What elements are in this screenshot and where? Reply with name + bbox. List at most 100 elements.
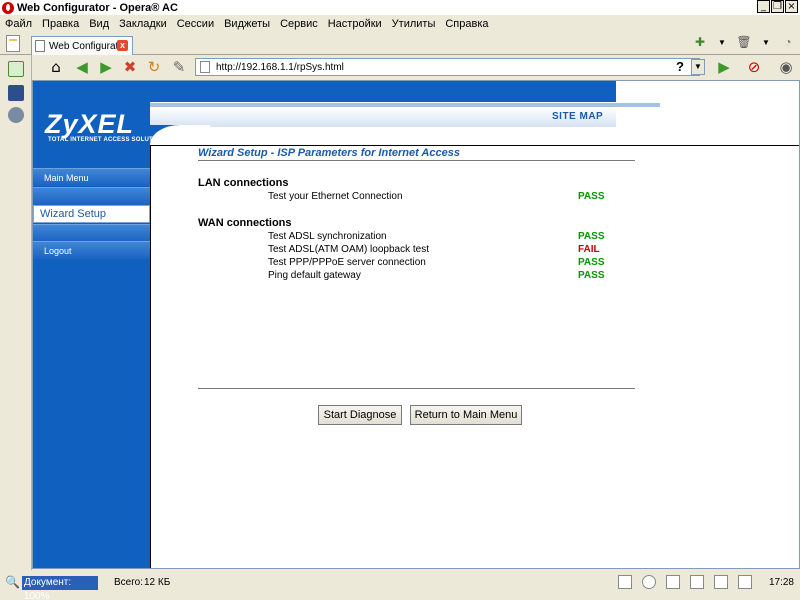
zyxel-left-sidebar — [33, 81, 150, 568]
zyxel-tagline: TOTAL INTERNET ACCESS SOLUTION — [48, 137, 165, 143]
menu-edit[interactable]: Правка — [37, 18, 84, 30]
test-label: Test ADSL(ATM OAM) loopback test — [268, 244, 429, 255]
nav-main-menu-label: Main Menu — [44, 172, 89, 183]
page-icon — [200, 61, 210, 73]
address-dropdown-icon[interactable]: ▼ — [691, 59, 705, 75]
menu-bookmarks[interactable]: Закладки — [114, 18, 172, 30]
test-result: PASS — [578, 231, 605, 242]
forward-icon[interactable]: ▶ — [96, 57, 116, 77]
menu-tools[interactable]: Сервис — [275, 18, 323, 30]
tab-label: Web Configurator — [49, 40, 128, 52]
test-row: Ping default gateway PASS — [268, 270, 608, 281]
wan-heading: WAN connections — [198, 217, 292, 229]
nav-spacer — [33, 224, 150, 242]
test-row: Test ADSL synchronization PASS — [268, 231, 608, 242]
tab-close-icon[interactable]: x — [117, 40, 128, 51]
content-frame — [150, 145, 799, 568]
close-window-button[interactable]: × — [785, 0, 798, 13]
nav-wizard-setup[interactable]: Wizard Setup — [33, 205, 150, 223]
status-tools — [618, 575, 752, 589]
help-icon[interactable]: ? — [672, 59, 688, 75]
opera-side-panel — [0, 55, 32, 570]
page-view-icon[interactable] — [714, 575, 728, 589]
edit-icon[interactable]: ✎ — [169, 57, 189, 77]
test-result: FAIL — [578, 244, 600, 255]
address-bar[interactable]: http://192.168.1.1/rpSys.html — [195, 58, 700, 76]
status-total-value: 12 КБ — [144, 577, 171, 588]
status-clock: 17:28 — [768, 577, 794, 588]
zyxel-sitemap-bar — [150, 107, 616, 127]
test-row: Test ADSL(ATM OAM) loopback test FAIL — [268, 244, 608, 255]
menu-utilities[interactable]: Утилиты — [387, 18, 441, 30]
notes-panel-icon[interactable] — [8, 85, 24, 101]
search-icon[interactable]: 🔍 — [5, 575, 20, 589]
zyxel-header-band — [150, 81, 616, 102]
test-label: Test PPP/PPPoE server connection — [268, 257, 426, 268]
menu-help[interactable]: Справка — [440, 18, 493, 30]
tools-panel-icon[interactable] — [8, 107, 24, 123]
menu-view[interactable]: Вид — [84, 18, 114, 30]
chevron-down-icon[interactable]: ▼ — [714, 34, 730, 50]
menu-sessions[interactable]: Сессии — [172, 18, 219, 30]
nav-logout-label: Logout — [44, 245, 72, 256]
back-icon[interactable]: ◀ — [72, 57, 92, 77]
go-icon[interactable]: ▶ — [714, 57, 734, 77]
chevron-down-icon[interactable]: ▼ — [758, 34, 774, 50]
test-label: Test ADSL synchronization — [268, 231, 387, 242]
title-bar: Web Configurator - Opera® AC _ ❐ × — [0, 0, 800, 15]
test-result: PASS — [578, 191, 605, 202]
menu-bar: Файл Правка Вид Закладки Сессии Виджеты … — [0, 15, 800, 33]
stop-icon[interactable]: ✖ — [120, 57, 140, 77]
window-title: Web Configurator - Opera® AC — [17, 1, 178, 14]
test-label: Ping default gateway — [268, 270, 361, 281]
tile-grid-icon[interactable] — [690, 575, 704, 589]
window-controls: _ ❐ × — [757, 0, 798, 13]
tab-strip-tools: ✚ ▼ 🗑 ▼ ◔ — [692, 34, 796, 50]
reload-icon[interactable]: ↻ — [144, 57, 164, 77]
globe-icon[interactable] — [642, 575, 656, 589]
nav-main-menu[interactable]: Main Menu — [33, 168, 150, 186]
nav-spacer — [33, 187, 150, 205]
test-label: Test your Ethernet Connection — [268, 191, 403, 202]
home-icon[interactable]: ⌂ — [46, 57, 66, 77]
opera-menu-icon[interactable]: ⊘ — [744, 57, 764, 77]
lan-heading: LAN connections — [198, 177, 289, 189]
info-icon[interactable] — [618, 575, 632, 589]
navigation-toolbar: ⌂ ◀ ▶ ✖ ↻ ✎ http://192.168.1.1/rpSys.htm… — [32, 55, 800, 79]
status-zoom[interactable]: Документ: 100% — [22, 576, 98, 600]
bookmarks-panel-icon[interactable] — [8, 61, 24, 77]
test-result: PASS — [578, 270, 605, 281]
tab-strip: Web Configurator x ✚ ▼ 🗑 ▼ ◔ — [0, 33, 800, 55]
menu-file[interactable]: Файл — [0, 18, 37, 30]
wizard-content: Wizard Setup - ISP Parameters for Intern… — [198, 147, 635, 425]
menu-widgets[interactable]: Виджеты — [219, 18, 275, 30]
page-icon — [35, 40, 45, 52]
opera-logo-icon — [2, 1, 14, 14]
status-total-label: Всего: — [114, 577, 143, 588]
separator — [198, 388, 635, 389]
zyxel-logo: ZyXEL — [45, 109, 135, 139]
test-row: Test your Ethernet Connection PASS — [268, 191, 608, 202]
tile-cascade-icon[interactable] — [666, 575, 680, 589]
trash-icon[interactable]: 🗑 — [736, 34, 752, 50]
tab-web-configurator[interactable]: Web Configurator x — [31, 36, 133, 55]
opera-window: Web Configurator - Opera® AC _ ❐ × Файл … — [0, 0, 800, 600]
new-tab-icon[interactable] — [6, 35, 20, 52]
panel-toggle-icon[interactable]: ◔ — [780, 34, 796, 50]
status-bar: 🔍 Документ: 100% Всего: 12 КБ 17:28 — [0, 572, 800, 600]
nav-logout[interactable]: Logout — [33, 241, 150, 259]
page-title: Wizard Setup - ISP Parameters for Intern… — [198, 147, 635, 161]
menu-settings[interactable]: Настройки — [323, 18, 387, 30]
nav-wizard-setup-label: Wizard Setup — [40, 208, 107, 220]
turbo-icon[interactable]: ◉ — [776, 57, 796, 77]
site-map-link[interactable]: SITE MAP — [552, 111, 603, 122]
test-row: Test PPP/PPPoE server connection PASS — [268, 257, 608, 268]
return-main-menu-button[interactable]: Return to Main Menu — [410, 405, 522, 425]
zoom-fit-icon[interactable] — [738, 575, 752, 589]
minimize-button[interactable]: _ — [757, 0, 770, 13]
restore-button[interactable]: ❐ — [771, 0, 784, 13]
bookmark-page-icon[interactable]: ✚ — [692, 34, 708, 50]
start-diagnose-button[interactable]: Start Diagnose — [318, 405, 402, 425]
address-url[interactable]: http://192.168.1.1/rpSys.html — [216, 62, 344, 73]
test-result: PASS — [578, 257, 605, 268]
